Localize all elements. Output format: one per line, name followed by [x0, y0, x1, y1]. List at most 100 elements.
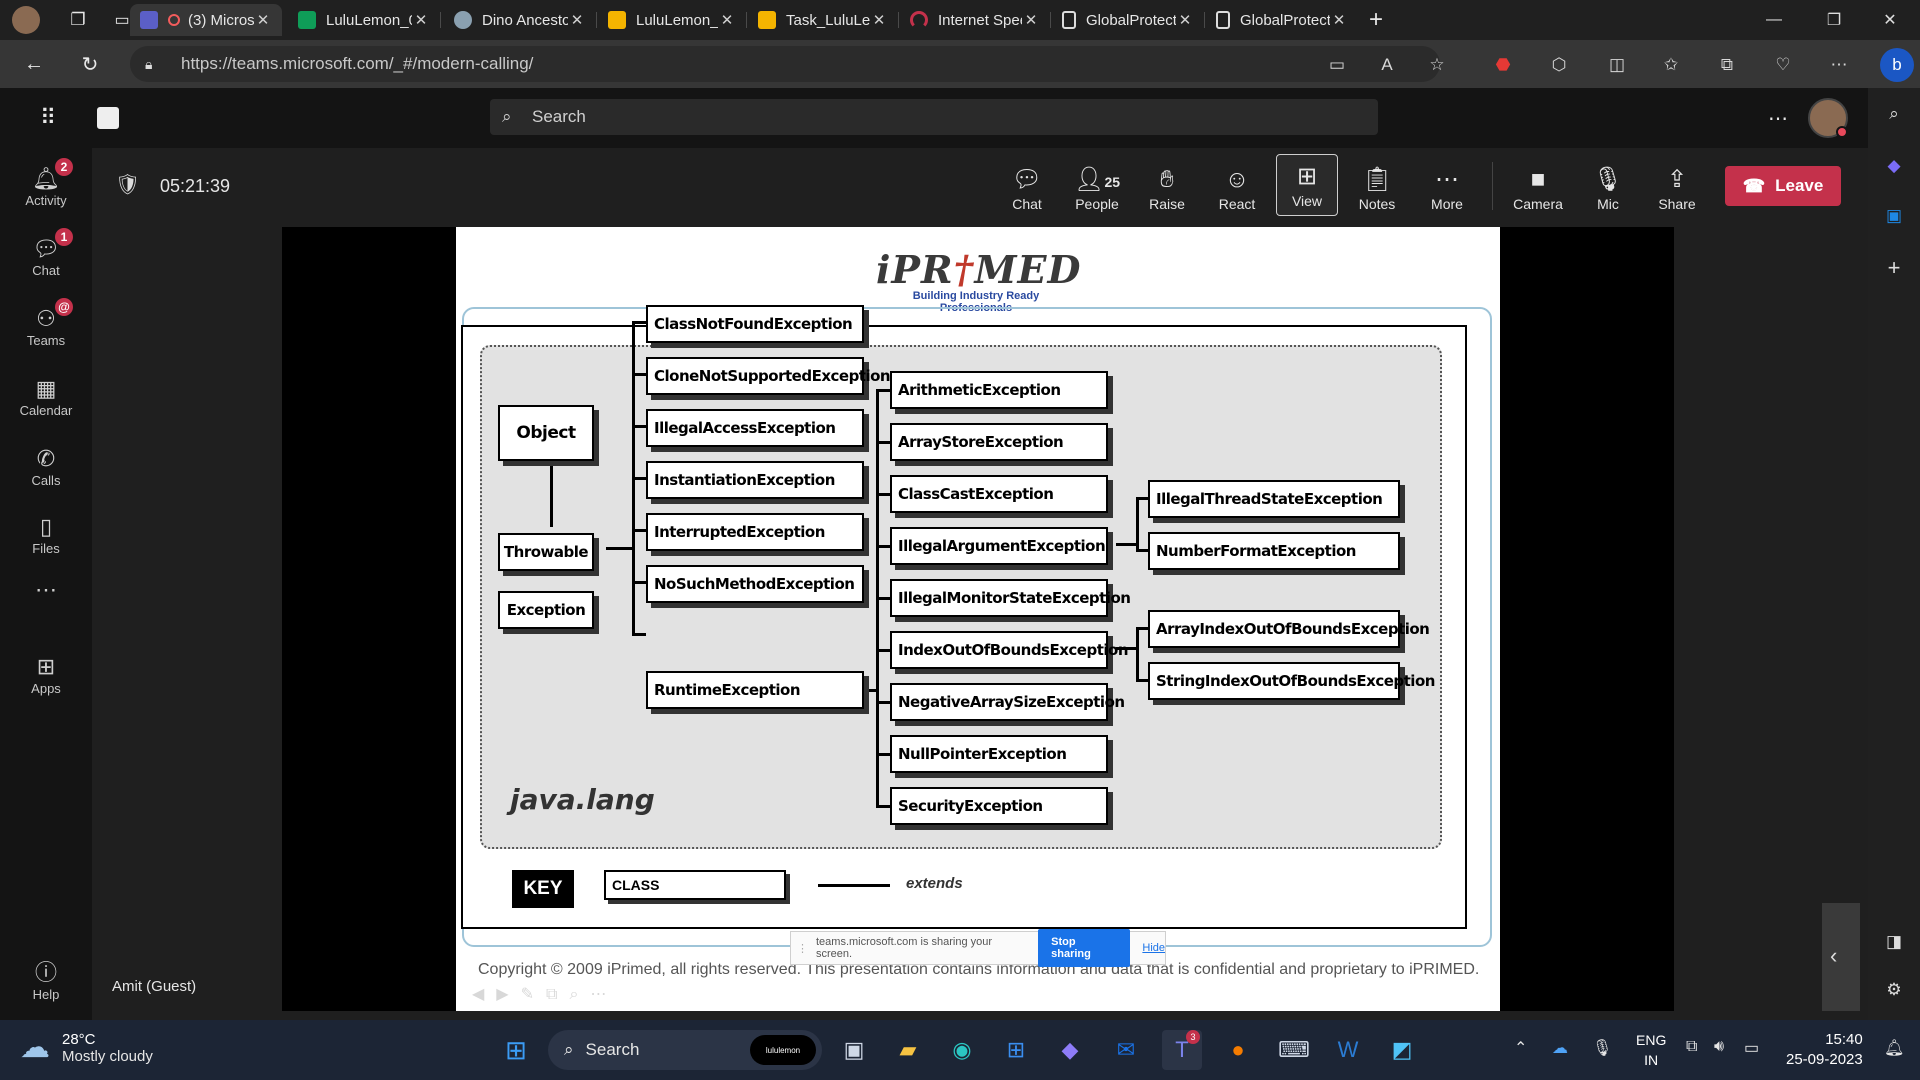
file-explorer-icon[interactable]: ▰	[888, 1030, 928, 1070]
minimize-icon[interactable]: —	[1746, 0, 1802, 40]
more-options-icon[interactable]: ⋯	[1762, 102, 1794, 134]
close-tab-icon[interactable]: ✕	[1022, 11, 1040, 29]
restore-icon[interactable]: ❐	[1806, 0, 1862, 40]
sidebar-search-icon[interactable]: ⌕	[1882, 102, 1906, 126]
browser-tab-sheet-1[interactable]: LuluLemon_02 ✕	[288, 4, 440, 36]
mic-button[interactable]: 🎙︎ Mic	[1577, 160, 1639, 218]
drag-grip-icon[interactable]: ⋮	[797, 942, 808, 955]
slideshow-controls[interactable]: ◀▶✎⧉⌕⋯	[472, 984, 618, 1004]
rail-item-apps[interactable]: ⊞ Apps	[0, 642, 92, 706]
new-tab-icon[interactable]: +	[1360, 4, 1392, 36]
close-tab-icon[interactable]: ✕	[568, 11, 586, 29]
microphone-tray-icon[interactable]: 🎙︎	[1592, 1038, 1612, 1058]
sidebar-copilot-icon[interactable]: ◆	[1882, 154, 1906, 178]
browser-tab-slides-1[interactable]: LuluLemon_02_ ✕	[598, 4, 746, 36]
notification-icon[interactable]: 🔔︎	[1884, 1038, 1904, 1058]
favorite-star-icon[interactable]: ☆	[1424, 52, 1450, 78]
split-screen-icon[interactable]: ◫	[1604, 52, 1630, 78]
tray-overflow-icon[interactable]: ⌃	[1514, 1038, 1527, 1058]
chevron-left-icon[interactable]: ‹	[1830, 943, 1837, 969]
rail-item-calls[interactable]: ✆ Calls	[0, 434, 92, 498]
class-object: Object	[498, 405, 594, 461]
collections-icon[interactable]: ⧉	[1714, 52, 1740, 78]
browser-essentials-icon[interactable]: ♡	[1770, 52, 1796, 78]
browser-tab-dino[interactable]: Dino Ancestors ✕	[444, 4, 596, 36]
start-windows-icon[interactable]: ⊞	[496, 1030, 536, 1070]
rail-item-teams[interactable]: ⚇ Teams @	[0, 294, 92, 358]
key-class-sample: CLASS	[604, 870, 786, 900]
photos-icon[interactable]: ◩	[1382, 1030, 1422, 1070]
favorites-icon[interactable]: ✩	[1658, 52, 1684, 78]
network-icon[interactable]: ⧉	[1686, 1038, 1697, 1056]
close-tab-icon[interactable]: ✕	[718, 11, 736, 29]
leave-button[interactable]: ☎︎ Leave	[1725, 166, 1841, 206]
share-button[interactable]: ⇪ Share	[1646, 160, 1708, 218]
react-button[interactable]: ☺ React	[1206, 160, 1268, 218]
refresh-icon[interactable]: ↻	[74, 48, 106, 80]
rail-item-activity[interactable]: 🔔︎ Activity 2	[0, 154, 92, 218]
browser-tab-slides-2[interactable]: Task_LuluLemon ✕	[748, 4, 898, 36]
teams-search-input[interactable]: ⌕ Search	[490, 99, 1378, 135]
rail-more-apps[interactable]: ⋯	[0, 570, 92, 610]
chat-button[interactable]: 💬︎ Chat	[996, 160, 1058, 218]
volume-icon[interactable]: 🔊︎	[1714, 1038, 1724, 1056]
edge-browser-icon[interactable]: ◉	[942, 1030, 982, 1070]
search-highlight-pill: lululemon	[750, 1035, 816, 1065]
word-icon[interactable]: W	[1328, 1030, 1368, 1070]
outlook-icon[interactable]: ✉	[1106, 1030, 1146, 1070]
url-field[interactable]: 🔒︎ https://teams.microsoft.com/_#/modern…	[130, 46, 1440, 82]
copilot-icon[interactable]: b	[1880, 48, 1914, 82]
battery-icon[interactable]: ▭	[1744, 1038, 1759, 1058]
stop-sharing-button[interactable]: Stop sharing	[1038, 929, 1131, 967]
keyboard-app-icon[interactable]: ⌨	[1274, 1030, 1314, 1070]
orange-app-icon[interactable]: ●	[1218, 1030, 1258, 1070]
sidebar-toggle-icon[interactable]: ◨	[1882, 930, 1906, 954]
hide-link[interactable]: Hide	[1142, 942, 1165, 954]
teams-taskbar-icon[interactable]: T3	[1162, 1030, 1202, 1070]
profile-avatar-icon[interactable]	[10, 4, 42, 36]
rail-item-files[interactable]: ▯ Files	[0, 502, 92, 566]
extensions-icon[interactable]: ⬡	[1546, 52, 1572, 78]
browser-tab-globalprotect-1[interactable]: GlobalProtect ✕	[1052, 4, 1204, 36]
settings-more-icon[interactable]: ⋯	[1826, 52, 1852, 78]
back-icon[interactable]: ←	[18, 48, 50, 80]
rail-item-calendar[interactable]: ▦ Calendar	[0, 364, 92, 428]
view-button[interactable]: ⊞ View	[1276, 154, 1338, 216]
close-tab-icon[interactable]: ✕	[254, 11, 272, 29]
app-launcher-icon[interactable]: ⠿	[32, 102, 64, 134]
close-tab-icon[interactable]: ✕	[870, 11, 888, 29]
close-tab-icon[interactable]: ✕	[1330, 11, 1348, 29]
taskbar-search[interactable]: ⌕ Search lululemon	[548, 1030, 822, 1070]
sidebar-outlook-icon[interactable]: ▣	[1882, 204, 1906, 228]
onedrive-icon[interactable]: ☁	[1552, 1038, 1568, 1058]
extension-red-icon[interactable]: ⬣	[1490, 52, 1516, 78]
camera-button[interactable]: ■ Camera	[1507, 160, 1569, 218]
raise-hand-button[interactable]: ✋︎ Raise	[1136, 160, 1198, 218]
weather-widget[interactable]: ☁ 28°C Mostly cloudy	[20, 1030, 153, 1065]
controls-divider	[1492, 162, 1493, 210]
browser-tab-teams[interactable]: (3) Micros ✕	[130, 4, 282, 36]
close-tab-icon[interactable]: ✕	[412, 11, 430, 29]
people-button[interactable]: 👤︎25 People	[1066, 160, 1128, 218]
participant-thumbnail[interactable]: ‹	[1822, 903, 1860, 1011]
browser-tab-speed[interactable]: Internet Speed ✕	[900, 4, 1050, 36]
user-avatar[interactable]	[1808, 98, 1848, 138]
task-view-icon[interactable]: ▣	[834, 1030, 874, 1070]
notes-button[interactable]: 📋︎ Notes	[1346, 160, 1408, 218]
class-runtime-exception: RuntimeException	[646, 671, 864, 709]
rail-item-chat[interactable]: 💬︎ Chat 1	[0, 224, 92, 288]
store-icon[interactable]: ⊞	[996, 1030, 1036, 1070]
browser-tab-globalprotect-2[interactable]: GlobalProtect ✕	[1206, 4, 1358, 36]
system-clock[interactable]: 15:40 25-09-2023	[1786, 1030, 1863, 1070]
sidebar-add-icon[interactable]: +	[1882, 255, 1906, 280]
language-indicator[interactable]: ENG IN	[1636, 1030, 1666, 1070]
rail-item-help[interactable]: ⓘ Help	[0, 948, 92, 1012]
workspaces-icon[interactable]: ❐	[62, 4, 94, 36]
more-button[interactable]: ⋯ More	[1416, 160, 1478, 218]
sidebar-settings-icon[interactable]: ⚙	[1882, 978, 1906, 1002]
read-aloud-icon[interactable]: A	[1374, 52, 1400, 78]
close-window-icon[interactable]: ✕	[1862, 0, 1918, 40]
copilot-taskbar-icon[interactable]: ◆	[1050, 1030, 1090, 1070]
close-tab-icon[interactable]: ✕	[1176, 11, 1194, 29]
camera-permission-icon[interactable]: ▭	[1324, 52, 1350, 78]
